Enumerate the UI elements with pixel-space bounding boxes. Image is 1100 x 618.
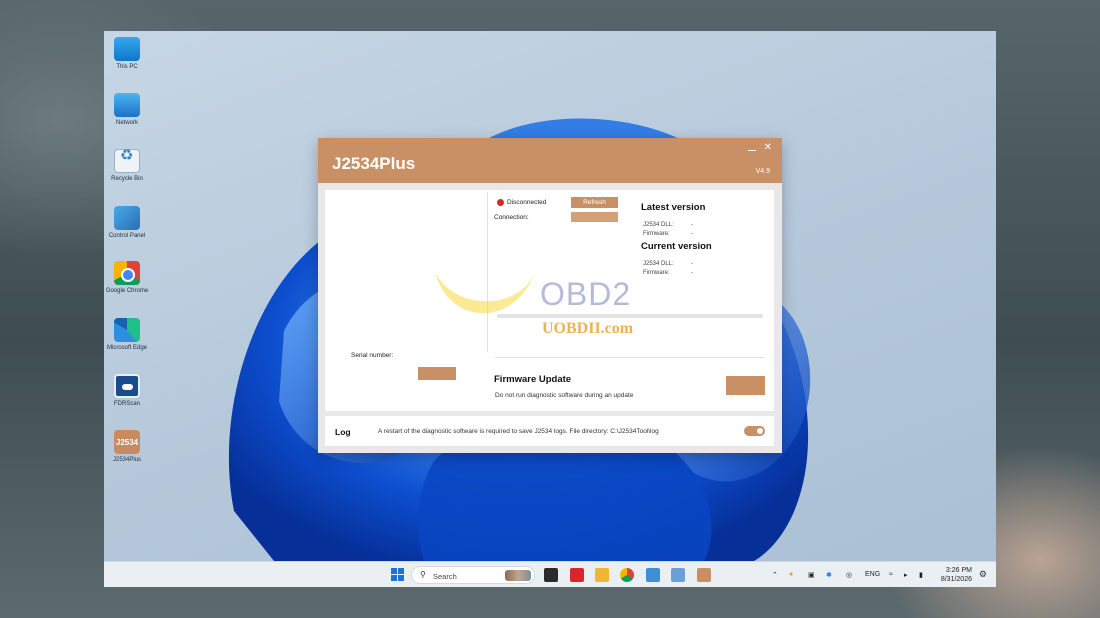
- fdrscan-icon: [114, 374, 140, 398]
- chevron-up-icon[interactable]: ⌃: [772, 571, 778, 579]
- log-message: A restart of the diagnostic software is …: [378, 428, 659, 435]
- desktop-icon-this-pc[interactable]: This PC: [104, 37, 150, 71]
- desktop-icon-label: J2534Plus: [112, 457, 142, 463]
- desktop-icon-label: Microsoft Edge: [106, 345, 148, 351]
- chrome-icon: [114, 261, 140, 285]
- desktop-icon-j2534plus[interactable]: J2534 J2534Plus: [104, 430, 150, 464]
- current-dll-label: J2534 DLL:: [643, 261, 674, 267]
- log-toggle[interactable]: [744, 426, 765, 436]
- volume-icon[interactable]: ▸: [904, 571, 908, 579]
- refresh-button[interactable]: Refresh: [571, 197, 618, 208]
- network-tool-icon[interactable]: [671, 568, 685, 582]
- search-placeholder: Search: [433, 572, 457, 581]
- firmware-update-note: Do not run diagnostic software during an…: [495, 392, 634, 399]
- recycle-bin-icon: [114, 149, 140, 173]
- search-icon: ⚲: [420, 570, 426, 579]
- tray-device-icon[interactable]: ▣: [808, 571, 815, 579]
- j2534plus-icon: J2534: [114, 430, 140, 454]
- update-progress-bar: [497, 314, 763, 318]
- notepad-icon[interactable]: [646, 568, 660, 582]
- app-title: J2534Plus: [332, 154, 416, 173]
- desktop-icon-label: Google Chrome: [105, 288, 149, 294]
- desktop-icon-label: Network: [115, 120, 138, 126]
- search-highlight-image: [505, 570, 531, 581]
- app-header: J2534Plus ✕ V4.9: [318, 138, 782, 183]
- task-view-icon[interactable]: [544, 568, 558, 582]
- clock-date: 8/31/2026: [940, 576, 972, 583]
- minimize-button[interactable]: [748, 150, 756, 151]
- serial-number-button[interactable]: [418, 367, 456, 380]
- chrome-taskbar-icon[interactable]: [620, 568, 634, 582]
- battery-icon[interactable]: ▮: [919, 571, 923, 579]
- desktop-icon-control-panel[interactable]: Control Panel: [104, 206, 150, 240]
- control-panel-icon: [114, 206, 140, 230]
- current-firmware-value: -: [691, 270, 693, 276]
- serial-number-label: Serial number:: [351, 352, 394, 359]
- section-divider: [495, 357, 765, 358]
- clock-time: 3:26 PM: [945, 567, 972, 574]
- notification-bell-icon[interactable]: ⚙: [979, 569, 987, 580]
- desktop-icon-fdrscan[interactable]: FDRScan: [104, 374, 150, 408]
- status-indicator-icon: [497, 199, 504, 206]
- desktop-icon-recycle-bin[interactable]: Recycle Bin: [104, 149, 150, 183]
- desktop-icon-label: Control Panel: [108, 233, 146, 239]
- language-indicator[interactable]: ENG: [865, 571, 880, 578]
- desktop-icon-chrome[interactable]: Google Chrome: [104, 261, 150, 295]
- current-dll-value: -: [691, 261, 693, 267]
- taskbar-clock[interactable]: 3:26 PM 8/31/2026: [941, 566, 972, 584]
- wps-office-icon[interactable]: [570, 568, 584, 582]
- taskbar: ⚲ Search ⌃ ● ▣ ✱ ◎ ENG ≈ ▸ ▮ 3:26 PM 8/3…: [104, 561, 996, 587]
- log-bar: Log A restart of the diagnostic software…: [325, 416, 774, 446]
- start-button[interactable]: [391, 568, 404, 581]
- firmware-update-title: Firmware Update: [494, 374, 572, 385]
- latest-firmware-label: Firmware:: [643, 231, 670, 237]
- bluetooth-icon[interactable]: ✱: [826, 571, 832, 579]
- latest-firmware-value: -: [691, 231, 693, 237]
- j2534plus-taskbar-icon[interactable]: [697, 568, 711, 582]
- log-title: Log: [335, 427, 351, 437]
- latest-version-heading: Latest version: [641, 202, 706, 213]
- desktop-icon-label: FDRScan: [113, 401, 140, 407]
- connection-select[interactable]: [571, 212, 618, 222]
- current-version-heading: Current version: [641, 241, 712, 252]
- microphone-icon[interactable]: ◎: [846, 571, 852, 579]
- desktop-icon-edge[interactable]: Microsoft Edge: [104, 318, 150, 352]
- connection-status: Disconnected: [507, 199, 547, 206]
- desktop-icon-label: Recycle Bin: [111, 176, 143, 182]
- file-explorer-icon[interactable]: [595, 568, 609, 582]
- tray-app-icon[interactable]: ●: [789, 571, 793, 578]
- panel-divider: [487, 192, 488, 352]
- connection-label: Connection:: [494, 214, 529, 221]
- network-icon: [114, 93, 140, 117]
- j2534plus-window: J2534Plus ✕ V4.9 Serial number: Disconne…: [318, 138, 782, 453]
- desktop-icon-network[interactable]: Network: [104, 93, 150, 127]
- taskbar-search[interactable]: ⚲ Search: [411, 566, 535, 584]
- latest-dll-value: -: [691, 222, 693, 228]
- this-pc-icon: [114, 37, 140, 61]
- close-button[interactable]: ✕: [764, 143, 772, 153]
- latest-dll-label: J2534 DLL:: [643, 222, 674, 228]
- app-version: V4.9: [755, 168, 770, 175]
- update-button[interactable]: [726, 376, 765, 395]
- edge-icon: [114, 318, 140, 342]
- current-firmware-label: Firmware:: [643, 270, 670, 276]
- wifi-icon[interactable]: ≈: [889, 571, 893, 578]
- device-panel: Serial number: Disconnected Refresh Conn…: [325, 190, 774, 411]
- desktop-icon-label: This PC: [116, 64, 138, 70]
